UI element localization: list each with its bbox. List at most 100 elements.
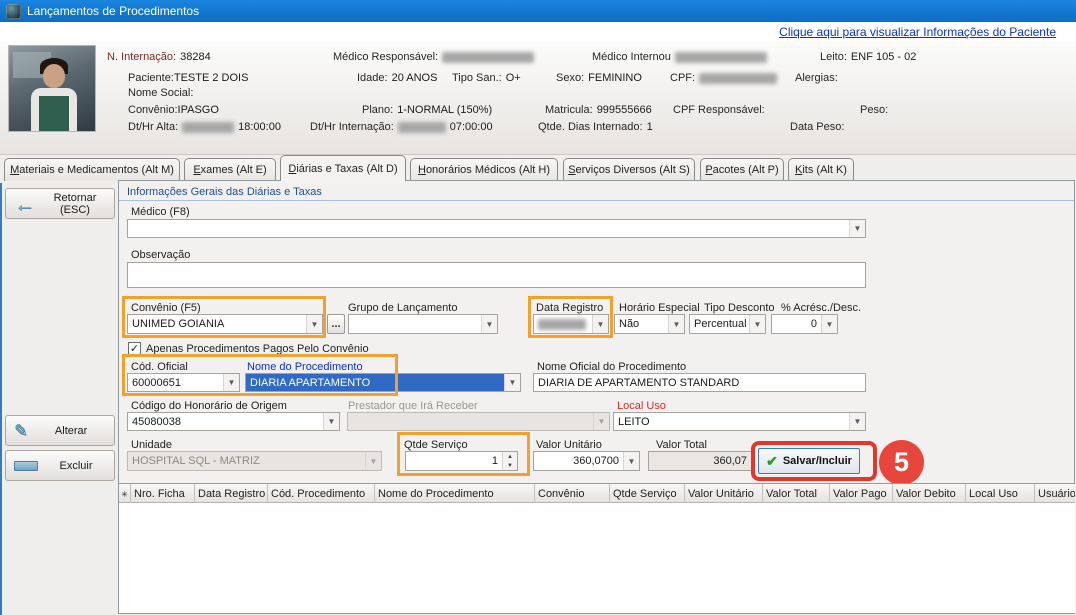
- spin-down-icon[interactable]: ▼: [503, 461, 517, 470]
- chevron-down-icon[interactable]: ▼: [668, 315, 684, 333]
- valor-total-label: Valor Total: [656, 439, 707, 451]
- qtde-servico-stepper[interactable]: 1 ▲ ▼: [405, 451, 518, 471]
- sexo-value: FEMININO: [588, 72, 642, 84]
- column-nome-procedimento[interactable]: Nome do Procedimento: [375, 484, 535, 504]
- medico-internou-label: Médico Internou: [592, 51, 671, 63]
- window-title: Lançamentos de Procedimentos: [27, 4, 199, 18]
- tab-diarias-taxas[interactable]: Diárias e Taxas (Alt D): [280, 155, 406, 181]
- n-internacao-value: 38284: [180, 51, 211, 63]
- apenas-pagos-checkbox[interactable]: ✓: [128, 342, 141, 355]
- cpf-responsavel-label: CPF Responsável:: [673, 104, 765, 116]
- field-paciente: Paciente: TESTE 2 DOIS: [128, 72, 248, 84]
- dthr-internacao-time: 07:00:00: [450, 121, 493, 133]
- tipo-desconto-label: Tipo Desconto: [704, 302, 775, 314]
- observacao-label: Observação: [131, 249, 190, 261]
- chevron-down-icon[interactable]: ▼: [849, 413, 865, 430]
- chevron-down-icon[interactable]: ▼: [504, 374, 520, 391]
- checkmark-icon: ✓: [130, 344, 139, 354]
- tab-servicos-diversos[interactable]: Serviços Diversos (Alt S): [563, 158, 695, 181]
- chevron-down-icon[interactable]: ▼: [306, 315, 322, 333]
- leito-value: ENF 105 - 02: [851, 51, 916, 63]
- nome-oficial-input[interactable]: DIARIA DE APARTAMENTO STANDARD: [533, 373, 866, 392]
- horario-especial-combobox[interactable]: Não ▼: [614, 314, 685, 334]
- grid-body[interactable]: [119, 503, 1075, 613]
- excluir-button[interactable]: Excluir: [5, 450, 115, 481]
- nome-oficial-label: Nome Oficial do Procedimento: [537, 361, 686, 373]
- medico-responsavel-label: Médico Responsável:: [333, 51, 438, 63]
- field-peso: Peso:: [860, 104, 888, 116]
- column-nro-ficha[interactable]: Nro. Ficha: [131, 484, 195, 504]
- column-qtde-servico[interactable]: Qtde Serviço: [610, 484, 685, 504]
- column-usuario[interactable]: Usuário: [1035, 484, 1075, 504]
- column-local-uso[interactable]: Local Uso: [966, 484, 1035, 504]
- tab-materiais-medicamentos[interactable]: Materiais e Medicamentos (Alt M): [4, 158, 180, 181]
- tab-honorarios-medicos[interactable]: Honorários Médicos (Alt H): [410, 158, 558, 181]
- column-data-registro[interactable]: Data Registro: [195, 484, 268, 504]
- local-uso-combobox[interactable]: LEITO ▼: [613, 412, 866, 431]
- acresc-desc-label: % Acrésc./Desc.: [781, 302, 861, 314]
- n-internacao-label: N. Internação:: [107, 51, 176, 63]
- observacao-input[interactable]: [127, 262, 866, 288]
- alterar-button[interactable]: ✎ Alterar: [5, 415, 115, 446]
- grupo-lancamento-combobox[interactable]: ▼: [348, 314, 498, 334]
- plano-value: 1-NORMAL (150%): [397, 104, 492, 116]
- peso-label: Peso:: [860, 104, 888, 116]
- spin-up-icon[interactable]: ▲: [503, 452, 517, 461]
- retornar-button[interactable]: ← Retornar (ESC): [5, 188, 115, 219]
- chevron-down-icon[interactable]: ▼: [592, 315, 608, 333]
- unidade-label: Unidade: [131, 439, 172, 451]
- salvar-incluir-button[interactable]: ✔ Salvar/Incluir: [758, 448, 860, 474]
- column-valor-total[interactable]: Valor Total: [763, 484, 830, 504]
- plano-label: Plano:: [362, 104, 393, 116]
- chevron-down-icon[interactable]: ▼: [821, 315, 837, 333]
- tab-pacotes[interactable]: Pacotes (Alt P): [700, 158, 784, 181]
- chevron-down-icon[interactable]: ▼: [623, 452, 639, 470]
- nome-social-label: Nome Social:: [128, 87, 193, 99]
- step-badge: 5: [879, 440, 924, 485]
- column-valor-debito[interactable]: Valor Debito: [893, 484, 966, 504]
- data-peso-label: Data Peso:: [790, 121, 844, 133]
- valor-unitario-combobox[interactable]: 360,0700 ▼: [533, 451, 640, 471]
- tab-exames[interactable]: Exames (Alt E): [184, 158, 276, 181]
- chevron-down-icon[interactable]: ▼: [481, 315, 497, 333]
- field-nome-social: Nome Social:: [128, 87, 193, 99]
- chevron-down-icon[interactable]: ▼: [749, 315, 765, 333]
- column-valor-unitario[interactable]: Valor Unitário: [685, 484, 763, 504]
- nome-procedimento-combobox[interactable]: DIARIA APARTAMENTO ▼: [245, 373, 521, 392]
- tipo-desconto-combobox[interactable]: Percentual ▼: [689, 314, 766, 334]
- valor-total-field: 360,07: [648, 451, 752, 471]
- titlebar: Lançamentos de Procedimentos: [0, 0, 1076, 22]
- chevron-down-icon[interactable]: ▼: [323, 413, 339, 430]
- column-cod-procedimento[interactable]: Cód. Procedimento: [268, 484, 375, 504]
- medico-f8-label: Médico (F8): [131, 206, 190, 218]
- cod-oficial-combobox[interactable]: 60000651 ▼: [127, 373, 240, 392]
- patient-info-link[interactable]: Clique aqui para visualizar Informações …: [779, 25, 1056, 39]
- field-matricula: Matricula: 999555666: [545, 104, 652, 116]
- convenio-label: Convênio:: [128, 104, 178, 116]
- check-icon: ✔: [766, 453, 778, 470]
- apenas-pagos-label[interactable]: Apenas Procedimentos Pagos Pelo Convênio: [146, 343, 369, 355]
- data-registro-combobox[interactable]: ▼: [533, 314, 609, 334]
- group-header: Informações Gerais das Diárias e Taxas: [119, 184, 1074, 201]
- field-cpf: CPF:: [670, 72, 777, 84]
- top-link-bar: Clique aqui para visualizar Informações …: [0, 22, 1076, 41]
- valor-unitario-label: Valor Unitário: [536, 439, 602, 451]
- convenio-combobox[interactable]: UNIMED GOIANIA ▼: [127, 314, 323, 334]
- field-medico-internou: Médico Internou: [592, 51, 767, 63]
- field-medico-responsavel: Médico Responsável:: [333, 51, 534, 63]
- chevron-down-icon[interactable]: ▼: [849, 220, 865, 237]
- prestador-label: Prestador que Irá Receber: [348, 400, 478, 412]
- column-convenio[interactable]: Convênio: [535, 484, 610, 504]
- column-valor-pago[interactable]: Valor Pago: [830, 484, 893, 504]
- chevron-down-icon[interactable]: ▼: [223, 374, 239, 391]
- qtde-dias-label: Qtde. Dias Internado:: [538, 121, 643, 133]
- browse-convenio-button[interactable]: ...: [327, 314, 345, 334]
- tab-kits[interactable]: Kits (Alt K): [788, 158, 854, 181]
- cod-honorario-combobox[interactable]: 45080038 ▼: [127, 412, 340, 431]
- patient-header: N. Internação: 38284 Médico Responsável:…: [0, 41, 1076, 155]
- app-icon: [6, 4, 21, 19]
- cod-oficial-label: Cód. Oficial: [131, 361, 188, 373]
- qtde-servico-label: Qtde Serviço: [404, 439, 468, 451]
- medico-combobox[interactable]: ▼: [127, 219, 866, 238]
- acresc-desc-combobox[interactable]: 0 ▼: [771, 314, 838, 334]
